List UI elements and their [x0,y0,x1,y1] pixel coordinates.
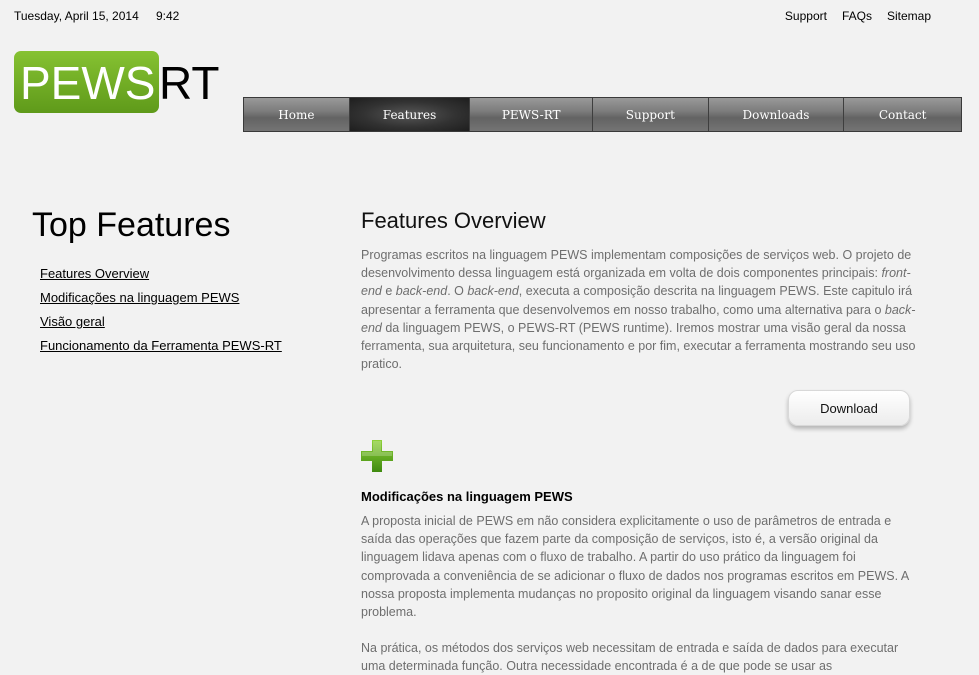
sidebar-links: Features Overview Modificações na lingua… [40,266,282,362]
section-title: Modificações na linguagem PEWS [361,489,573,504]
plus-icon [361,440,393,472]
nav-features[interactable]: Features [349,98,471,131]
sidebar-title: Top Features [32,206,231,244]
sidebar-link-visao-geral[interactable]: Visão geral [40,314,105,329]
current-date: Tuesday, April 15, 2014 [14,9,139,23]
section-paragraph-1: A proposta inicial de PEWS em não consid… [361,514,909,620]
nav-pews-rt[interactable]: PEWS-RT [470,98,594,131]
logo-text-rt[interactable]: RT [159,57,220,109]
nav-support[interactable]: Support [593,98,709,131]
nav-downloads[interactable]: Downloads [708,98,845,131]
main-nav: Home Features PEWS-RT Support Downloads … [243,97,962,132]
page-title: Features Overview [361,208,546,233]
faqs-link[interactable]: FAQs [842,9,872,23]
logo-text-pews[interactable]: PEWS [20,57,155,109]
current-time: 9:42 [156,9,180,23]
nav-home[interactable]: Home [244,98,350,131]
download-button[interactable]: Download [788,390,910,426]
section-paragraph-2: Na prática, os métodos dos serviços web … [361,641,899,674]
top-links: Support FAQs Sitemap [785,9,931,23]
intro-paragraph: Programas escritos na linguagem PEWS imp… [361,248,916,372]
nav-contact[interactable]: Contact [844,98,961,131]
support-link[interactable]: Support [785,9,827,23]
sidebar-link-features-overview[interactable]: Features Overview [40,266,149,281]
sitemap-link[interactable]: Sitemap [887,9,931,23]
sidebar-link-funcionamento[interactable]: Funcionamento da Ferramenta PEWS-RT [40,338,282,353]
sidebar-link-modificacoes[interactable]: Modificações na linguagem PEWS [40,290,239,305]
